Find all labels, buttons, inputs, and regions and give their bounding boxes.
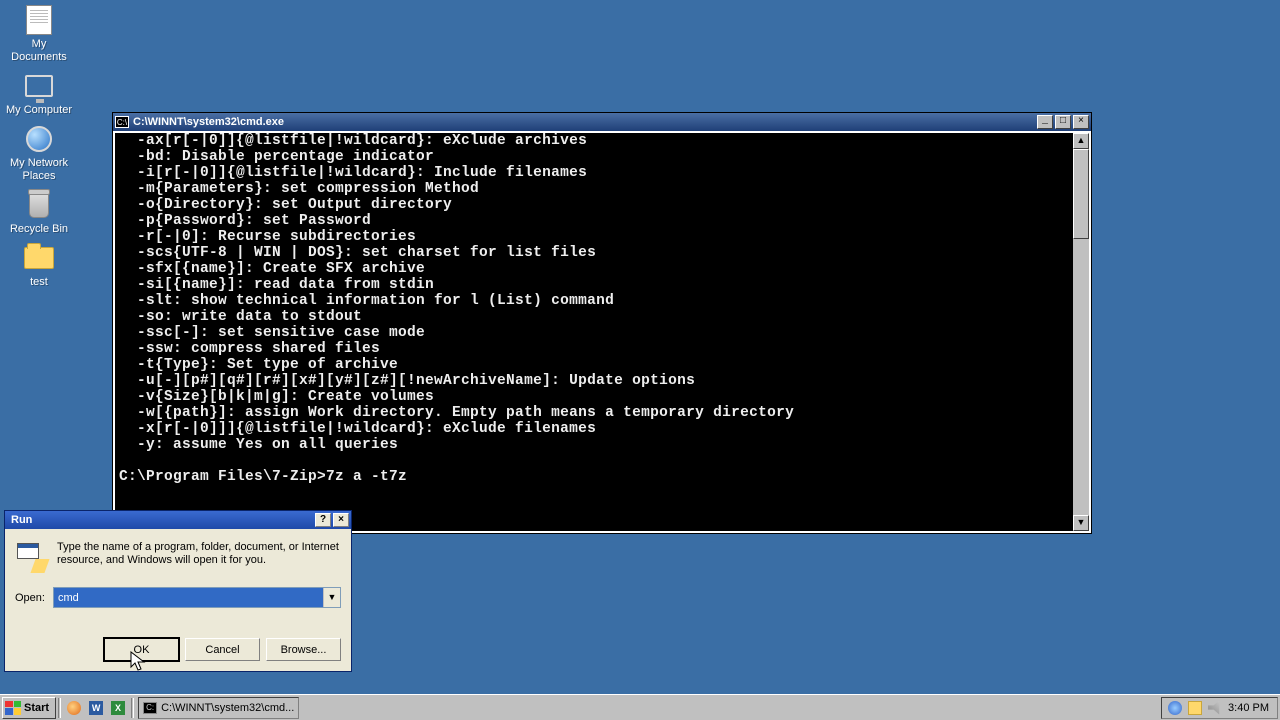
desktop-icon-test[interactable]: test <box>4 242 74 289</box>
taskbar-separator <box>58 698 61 718</box>
taskbar: Start W X C: C:\WINNT\system32\cmd... 3:… <box>0 694 1280 720</box>
ok-button[interactable]: OK <box>104 638 179 661</box>
cmd-scrollbar[interactable]: ▲ ▼ <box>1073 133 1089 531</box>
close-button[interactable]: × <box>1073 115 1089 129</box>
scroll-track[interactable] <box>1073 149 1089 515</box>
tray-icon[interactable] <box>1168 701 1182 715</box>
folder-icon <box>23 242 55 274</box>
cmd-titlebar[interactable]: C:\ C:\WINNT\system32\cmd.exe _ □ × <box>113 113 1091 131</box>
desktop-icon-my-computer[interactable]: My Computer <box>4 70 74 117</box>
run-icon <box>15 541 47 573</box>
taskbar-cmd-button[interactable]: C: C:\WINNT\system32\cmd... <box>138 697 299 719</box>
bin-icon <box>23 189 55 221</box>
minimize-button[interactable]: _ <box>1037 115 1053 129</box>
desktop-icon-label: My Network Places <box>4 157 74 183</box>
cmd-icon: C: <box>143 702 157 714</box>
start-label: Start <box>24 702 49 714</box>
open-dropdown-button[interactable]: ▼ <box>323 588 340 607</box>
help-button[interactable]: ? <box>315 513 331 527</box>
run-description: Type the name of a program, folder, docu… <box>57 541 341 567</box>
tray-volume-icon[interactable] <box>1208 701 1222 715</box>
desktop-icon-my-documents[interactable]: My Documents <box>4 4 74 64</box>
desktop-icon-label: My Documents <box>4 38 74 64</box>
cmd-titlebar-icon: C:\ <box>115 116 129 128</box>
desktop-icon-my-network-places[interactable]: My Network Places <box>4 123 74 183</box>
start-button[interactable]: Start <box>2 697 56 719</box>
tray-icon[interactable] <box>1188 701 1202 715</box>
windows-logo-icon <box>5 701 21 715</box>
scroll-down-button[interactable]: ▼ <box>1073 515 1089 531</box>
globe-icon <box>23 123 55 155</box>
close-button[interactable]: × <box>333 513 349 527</box>
run-dialog[interactable]: Run ? × Type the name of a program, fold… <box>4 510 352 672</box>
desktop-icon-label: My Computer <box>6 104 72 117</box>
open-label: Open: <box>15 592 45 604</box>
cmd-window[interactable]: C:\ C:\WINNT\system32\cmd.exe _ □ × -ax[… <box>112 112 1092 534</box>
doc-icon <box>23 4 55 36</box>
maximize-button[interactable]: □ <box>1055 115 1071 129</box>
desktop-icon-label: test <box>30 276 48 289</box>
tray-clock[interactable]: 3:40 PM <box>1228 702 1269 714</box>
browse-button[interactable]: Browse... <box>266 638 341 661</box>
cmd-output[interactable]: -ax[r[-|0]]{@listfile|!wildcard}: eXclud… <box>115 133 1073 531</box>
open-combobox[interactable]: ▼ <box>53 587 341 608</box>
quicklaunch-word-icon[interactable]: W <box>86 698 106 718</box>
monitor-icon <box>23 70 55 102</box>
run-titlebar[interactable]: Run ? × <box>5 511 351 529</box>
scroll-thumb[interactable] <box>1073 149 1089 239</box>
cmd-title: C:\WINNT\system32\cmd.exe <box>133 116 1035 128</box>
cancel-button[interactable]: Cancel <box>185 638 260 661</box>
system-tray[interactable]: 3:40 PM <box>1161 697 1278 719</box>
taskbar-cmd-label: C:\WINNT\system32\cmd... <box>161 702 294 714</box>
desktop-icon-recycle-bin[interactable]: Recycle Bin <box>4 189 74 236</box>
quicklaunch-firefox-icon[interactable] <box>64 698 84 718</box>
quicklaunch-excel-icon[interactable]: X <box>108 698 128 718</box>
run-title: Run <box>11 514 32 526</box>
open-input[interactable] <box>54 588 323 607</box>
taskbar-separator <box>131 698 134 718</box>
desktop-icon-label: Recycle Bin <box>10 223 68 236</box>
scroll-up-button[interactable]: ▲ <box>1073 133 1089 149</box>
